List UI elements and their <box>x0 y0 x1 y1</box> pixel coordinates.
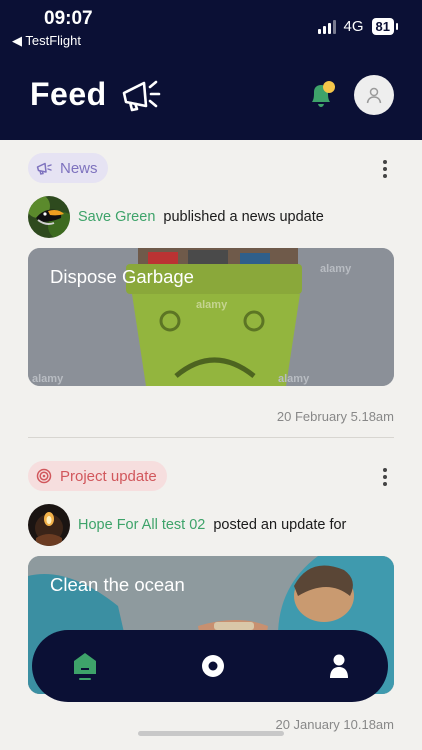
more-options-icon[interactable] <box>382 160 388 178</box>
watermark-text: alamy <box>278 373 310 385</box>
post-title: Dispose Garbage <box>50 266 194 287</box>
notification-badge <box>323 81 335 93</box>
discover-icon[interactable] <box>199 652 227 680</box>
project-update-tag: Project update <box>28 461 167 491</box>
cellular-signal-icon <box>317 19 336 34</box>
author-name-link[interactable]: Save Green <box>78 209 155 225</box>
author-avatar[interactable] <box>28 196 70 238</box>
post-action-text: published a news update <box>163 209 324 225</box>
target-icon <box>36 468 52 484</box>
home-indicator <box>138 731 284 736</box>
profile-avatar-button[interactable] <box>354 75 394 115</box>
megaphone-icon <box>122 80 161 112</box>
user-icon <box>366 87 382 104</box>
post-divider <box>28 437 394 438</box>
status-time: 09:07 <box>44 8 93 29</box>
feed-post-news: News Save Green published a news update <box>28 153 394 438</box>
home-icon[interactable] <box>71 650 99 680</box>
bottom-navigation <box>32 630 388 702</box>
watermark-text: alamy <box>320 263 352 275</box>
back-to-testflight-link[interactable]: ◀ TestFlight <box>12 33 81 49</box>
more-options-icon[interactable] <box>382 468 388 486</box>
status-indicators: 4G 81 <box>317 18 399 35</box>
post-author-row: Save Green published a news update <box>28 196 324 238</box>
app-header: 09:07 ◀ TestFlight 4G 81 Feed <box>0 0 422 140</box>
watermark-text: alamy <box>196 299 228 311</box>
post-date: 20 January 10.18am <box>275 717 394 732</box>
battery-icon: 81 <box>371 18 399 35</box>
network-type: 4G <box>343 18 364 35</box>
author-avatar[interactable] <box>28 504 70 546</box>
post-title: Clean the ocean <box>50 574 185 595</box>
post-media-image[interactable]: alamy alamy alamy alamy Dispose Garbage <box>28 248 394 386</box>
project-update-tag-label: Project update <box>60 467 157 485</box>
author-name-link[interactable]: Hope For All test 02 <box>78 517 205 533</box>
post-author-row: Hope For All test 02 posted an update fo… <box>28 504 346 546</box>
megaphone-icon <box>36 162 52 175</box>
post-action-text: posted an update for <box>213 517 347 533</box>
news-tag-label: News <box>60 159 98 177</box>
post-date: 20 February 5.18am <box>276 409 394 424</box>
watermark-text: alamy <box>32 373 64 385</box>
news-tag: News <box>28 153 108 183</box>
profile-icon[interactable] <box>325 652 353 680</box>
page-title: Feed <box>30 76 107 112</box>
